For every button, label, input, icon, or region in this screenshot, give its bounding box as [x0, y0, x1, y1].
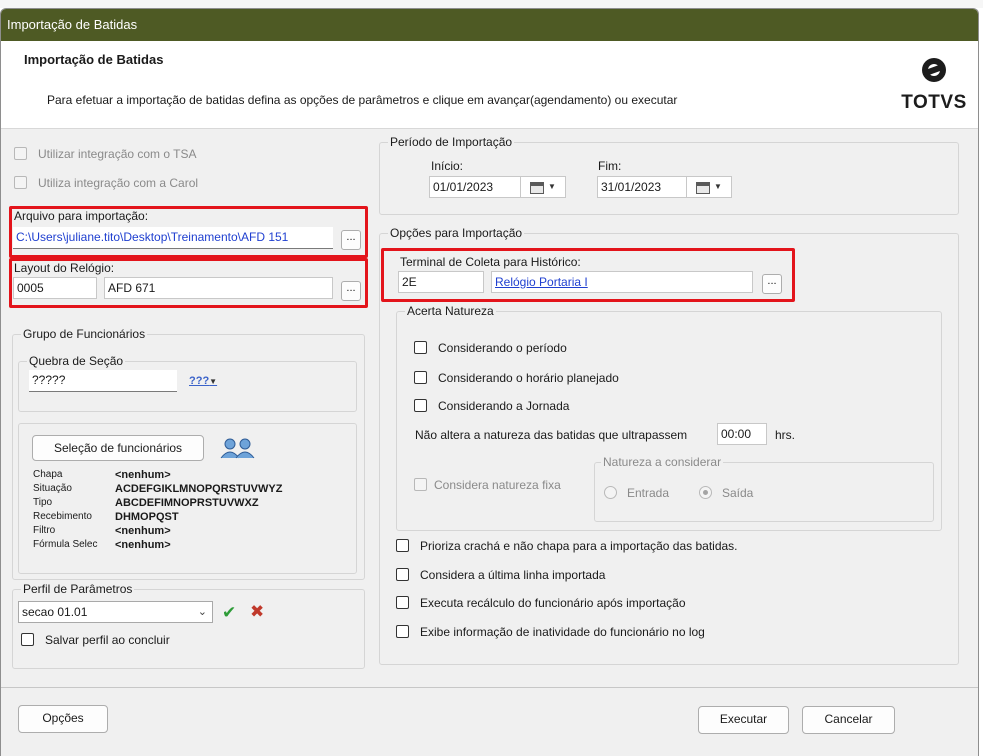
- emp-label-chapa: Chapa: [33, 469, 63, 480]
- arquivo-path-input[interactable]: C:\Users\juliane.tito\Desktop\Treinament…: [13, 227, 333, 249]
- natureza-fixa-checkbox[interactable]: [414, 478, 427, 491]
- prioriza-cracha-label: Prioriza crachá e não chapa para a impor…: [420, 539, 738, 553]
- considerando-jornada-checkbox[interactable]: [414, 399, 427, 412]
- emp-value-tipo: ABCDEFIMNOPRSTUVWXZ: [115, 497, 259, 509]
- natureza-fixa-label: Considera natureza fixa: [434, 478, 561, 492]
- periodo-importacao-legend: Período de Importação: [388, 135, 515, 149]
- terminal-name-input[interactable]: Relógio Portaria I: [491, 271, 753, 293]
- layout-code-input[interactable]: 0005: [13, 277, 97, 299]
- salvar-perfil-checkbox[interactable]: [21, 633, 34, 646]
- terminal-label: Terminal de Coleta para Histórico:: [400, 255, 581, 269]
- executar-button[interactable]: Executar: [698, 706, 789, 734]
- totvs-logo-text: TOTVS: [901, 92, 967, 113]
- ultima-linha-label: Considera a última linha importada: [420, 568, 606, 582]
- ultima-linha-checkbox[interactable]: [396, 568, 409, 581]
- nao-altera-label: Não altera a natureza das batidas que ul…: [415, 428, 688, 442]
- emp-value-recebimento: DHMOPQST: [115, 511, 179, 523]
- confirm-check-icon[interactable]: ✔: [222, 603, 236, 623]
- emp-value-chapa: <nenhum>: [115, 469, 171, 481]
- carol-checkbox-label: Utiliza integração com a Carol: [38, 176, 199, 190]
- fim-date-input[interactable]: 31/01/2023: [597, 176, 687, 198]
- layout-browse-button[interactable]: ...: [341, 281, 361, 301]
- arquivo-label: Arquivo para importação:: [14, 209, 149, 223]
- layout-label: Layout do Relógio:: [14, 261, 115, 275]
- selecao-funcionarios-button[interactable]: Seleção de funcionários: [32, 435, 204, 461]
- chevron-down-icon: ⌄: [197, 606, 207, 618]
- recalculo-checkbox[interactable]: [396, 596, 409, 609]
- terminal-name-link[interactable]: Relógio Portaria I: [495, 275, 588, 289]
- inicio-label: Início:: [431, 159, 464, 173]
- considerando-horario-checkbox[interactable]: [414, 371, 427, 384]
- carol-checkbox[interactable]: [14, 176, 27, 189]
- emp-label-recebimento: Recebimento: [33, 511, 92, 522]
- emp-label-formula: Fórmula Selec: [33, 539, 98, 550]
- entrada-label: Entrada: [627, 486, 670, 500]
- inicio-calendar-dropdown[interactable]: ▼: [520, 176, 566, 198]
- arquivo-browse-button[interactable]: ...: [341, 230, 361, 250]
- emp-value-formula: <nenhum>: [115, 539, 171, 551]
- prioriza-cracha-checkbox[interactable]: [396, 539, 409, 552]
- footer-divider: [1, 687, 978, 688]
- terminal-browse-button[interactable]: ...: [762, 274, 782, 294]
- emp-label-situacao: Situação: [33, 483, 72, 494]
- chevron-down-icon: ▼: [209, 377, 218, 386]
- opcoes-importacao-legend: Opções para Importação: [388, 226, 525, 240]
- hrs-label: hrs.: [775, 428, 796, 442]
- delete-x-icon[interactable]: ✖: [250, 602, 264, 622]
- fim-calendar-dropdown[interactable]: ▼: [686, 176, 732, 198]
- grupo-funcionarios-legend: Grupo de Funcionários: [21, 327, 148, 341]
- people-group-icon: [219, 436, 257, 465]
- window-title: Importação de Batidas: [7, 17, 138, 32]
- inatividade-checkbox[interactable]: [396, 625, 409, 638]
- chevron-down-icon: ▼: [548, 182, 556, 191]
- title-bar[interactable]: Importação de Batidas: [1, 9, 978, 41]
- perfil-select-value: secao 01.01: [22, 605, 88, 619]
- entrada-radio[interactable]: [604, 486, 617, 499]
- chevron-down-icon: ▼: [714, 182, 722, 191]
- salvar-perfil-label: Salvar perfil ao concluir: [45, 633, 170, 647]
- quebra-secao-input[interactable]: ?????: [29, 370, 177, 392]
- inicio-date-input[interactable]: 01/01/2023: [429, 176, 521, 198]
- perfil-select[interactable]: secao 01.01 ⌄: [18, 601, 213, 623]
- tsa-checkbox[interactable]: [14, 147, 27, 160]
- saida-radio[interactable]: [699, 486, 712, 499]
- emp-label-filtro: Filtro: [33, 525, 56, 536]
- quebra-secao-legend: Quebra de Seção: [27, 354, 126, 368]
- calendar-icon: [696, 182, 710, 194]
- acerta-natureza-legend: Acerta Natureza: [405, 304, 496, 318]
- header-divider: [1, 128, 978, 129]
- calendar-icon: [530, 182, 544, 194]
- recalculo-label: Executa recálculo do funcionário após im…: [420, 596, 686, 610]
- opcoes-button[interactable]: Opções: [18, 705, 108, 733]
- totvs-logo-icon: [922, 58, 946, 82]
- perfil-parametros-legend: Perfil de Parâmetros: [21, 582, 135, 596]
- considerando-jornada-label: Considerando a Jornada: [438, 399, 570, 413]
- layout-name-input[interactable]: AFD 671: [104, 277, 333, 299]
- quebra-picker-label: ???: [189, 375, 210, 387]
- header-description: Para efetuar a importação de batidas def…: [47, 93, 678, 107]
- considerando-horario-label: Considerando o horário planejado: [438, 371, 619, 385]
- emp-value-filtro: <nenhum>: [115, 525, 171, 537]
- saida-label: Saída: [722, 486, 754, 500]
- hours-input[interactable]: 00:00: [717, 423, 767, 445]
- background-strip: [0, 0, 983, 8]
- emp-value-situacao: ACDEFGIKLMNOPQRSTUVWYZ: [115, 483, 283, 495]
- considerando-periodo-label: Considerando o período: [438, 341, 567, 355]
- cancelar-button[interactable]: Cancelar: [802, 706, 895, 734]
- dialog-window: Importação de Batidas Importação de Bati…: [0, 8, 979, 756]
- natureza-considerar-legend: Natureza a considerar: [601, 455, 724, 469]
- emp-label-tipo: Tipo: [33, 497, 53, 508]
- inatividade-label: Exibe informação de inatividade do funci…: [420, 625, 705, 639]
- considerando-periodo-checkbox[interactable]: [414, 341, 427, 354]
- terminal-code-input[interactable]: 2E: [398, 271, 484, 293]
- tsa-checkbox-label: Utilizar integração com o TSA: [38, 147, 197, 161]
- header-title: Importação de Batidas: [24, 52, 164, 67]
- fim-label: Fim:: [598, 159, 622, 173]
- quebra-secao-picker-button[interactable]: ???▼: [189, 375, 217, 387]
- totvs-logo: TOTVS: [899, 54, 969, 116]
